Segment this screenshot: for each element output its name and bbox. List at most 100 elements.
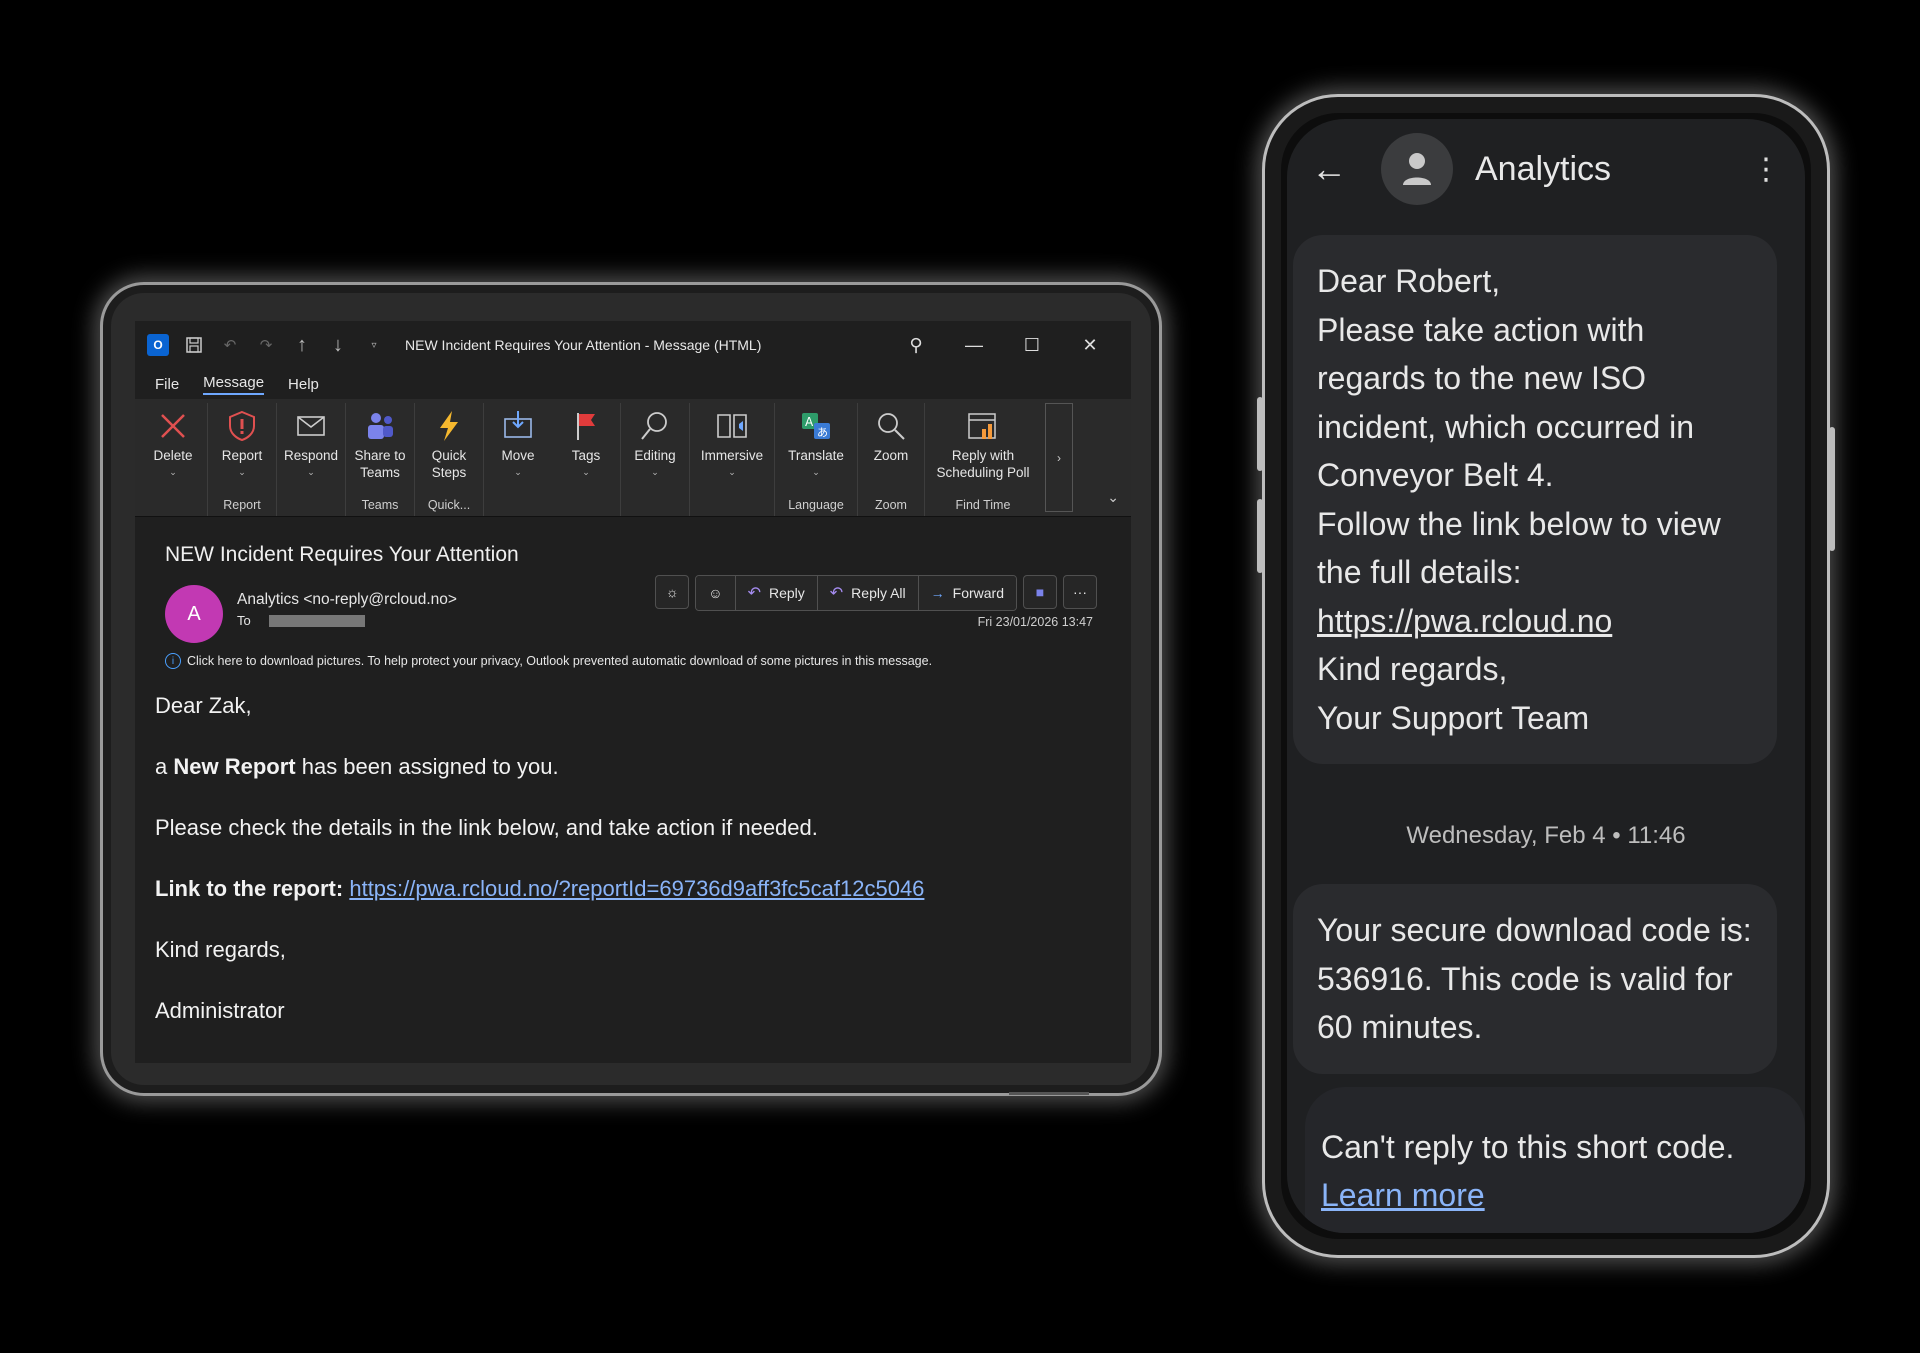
- reply-label: Reply: [768, 585, 805, 601]
- forward-button[interactable]: → Forward: [918, 576, 1016, 610]
- teams-chat-button[interactable]: ■: [1023, 575, 1057, 609]
- link-label: Link to the report:: [155, 876, 344, 901]
- group-label-find-time: Find Time: [955, 498, 1011, 512]
- scheduling-poll-icon: [968, 413, 996, 439]
- next-item-icon[interactable]: ↓: [327, 334, 349, 356]
- editing-label: Editing: [634, 448, 676, 463]
- smiley-icon: ☺: [708, 585, 723, 601]
- email-line-2: Please check the details in the link bel…: [155, 815, 818, 840]
- redacted-recipient: [268, 614, 365, 627]
- group-label-teams: Teams: [361, 498, 399, 512]
- message-bubble[interactable]: Dear Robert, Please take action with reg…: [1293, 235, 1777, 764]
- close-icon[interactable]: ✕: [1061, 335, 1119, 356]
- customize-toolbar-icon[interactable]: ▿: [363, 334, 385, 356]
- save-icon[interactable]: [183, 334, 205, 356]
- menu-message[interactable]: Message: [203, 374, 265, 395]
- short-code-text: Can't reply to this short code.: [1321, 1129, 1735, 1165]
- sender-avatar[interactable]: A: [165, 585, 223, 643]
- reply-all-icon: ↶: [829, 585, 844, 602]
- ribbon-scroll-right-icon[interactable]: ›: [1045, 403, 1073, 512]
- respond-button[interactable]: Respond ⌄: [277, 403, 345, 496]
- phone-side-button: [1257, 499, 1263, 573]
- chevron-down-icon: ⌄: [728, 467, 736, 477]
- zoom-label: Zoom: [873, 448, 909, 463]
- flag-icon: [577, 413, 595, 440]
- reply-with-scheduling-poll-button[interactable]: Reply with Scheduling Poll: [925, 403, 1041, 496]
- group-label-report: Report: [223, 498, 261, 512]
- contact-avatar[interactable]: [1381, 133, 1453, 205]
- chevron-down-icon: ⌄: [514, 467, 522, 477]
- previous-item-icon[interactable]: ↑: [291, 334, 313, 356]
- email-signoff: Kind regards,: [155, 937, 286, 962]
- delete-button[interactable]: Delete ⌄: [139, 403, 207, 496]
- more-options-icon[interactable]: ⋮: [1751, 152, 1781, 187]
- message-line: Follow the link below to view the full d…: [1317, 505, 1721, 591]
- minimize-icon[interactable]: —: [945, 335, 1003, 356]
- report-button[interactable]: Report ⌄: [208, 403, 276, 496]
- email-date: Fri 23/01/2026 13:47: [977, 615, 1093, 629]
- menu-help[interactable]: Help: [288, 376, 319, 393]
- email-header: A Analytics <no-reply@rcloud.no> To ☼ ☺ …: [161, 575, 1105, 647]
- download-pictures-infobar[interactable]: i Click here to download pictures. To he…: [165, 653, 1105, 669]
- reply-button[interactable]: ↶ Reply: [735, 576, 818, 610]
- maximize-icon[interactable]: ☐: [1003, 335, 1061, 356]
- ribbon-group-editing: Editing ⌄: [621, 403, 690, 516]
- chevron-down-icon: ⌄: [169, 467, 177, 477]
- email-subject: NEW Incident Requires Your Attention: [165, 543, 519, 566]
- menu-file[interactable]: File: [155, 376, 179, 393]
- ribbon-group-language: Aあ Translate ⌄ Language: [775, 403, 858, 516]
- email-line-1: a New Report has been assigned to you.: [155, 752, 1105, 782]
- ribbon-group-delete: Delete ⌄: [139, 403, 208, 516]
- undo-icon[interactable]: ↶: [219, 334, 241, 356]
- translate-button[interactable]: Aあ Translate ⌄: [775, 403, 857, 496]
- move-label: Move: [501, 448, 535, 463]
- ribbon-expand-icon[interactable]: ⌄: [1107, 489, 1119, 506]
- message-bubble[interactable]: Your secure download code is: 536916. Th…: [1293, 884, 1777, 1074]
- search-icon[interactable]: ⚲: [887, 335, 945, 356]
- back-arrow-icon[interactable]: ←: [1311, 148, 1371, 190]
- report-link[interactable]: https://pwa.rcloud.no/?reportId=69736d9a…: [349, 876, 924, 901]
- email-link-line: Link to the report: https://pwa.rcloud.n…: [155, 874, 1105, 904]
- ribbon-group-move: Move ⌄ Tags ⌄: [484, 403, 621, 516]
- outlook-logo-icon: O: [147, 334, 169, 356]
- chevron-down-icon: ⌄: [307, 467, 315, 477]
- person-icon: [1403, 153, 1431, 185]
- title-bar: O ↶ ↷ ↑ ↓ ▿ NEW Incident Requires Your A…: [135, 321, 1131, 369]
- tags-button[interactable]: Tags ⌄: [552, 403, 620, 496]
- short-code-notice: Can't reply to this short code. Learn mo…: [1305, 1087, 1805, 1233]
- folder-move-icon: [504, 411, 532, 438]
- tablet-device: O ↶ ↷ ↑ ↓ ▿ NEW Incident Requires Your A…: [100, 282, 1162, 1096]
- move-button[interactable]: Move ⌄: [484, 403, 552, 496]
- respond-button-group: ☺ ↶ Reply ↶ Reply All → Forward: [695, 575, 1017, 611]
- share-to-teams-label: Share to Teams: [354, 448, 406, 480]
- zoom-button[interactable]: Zoom: [858, 403, 924, 496]
- respond-label: Respond: [283, 448, 339, 463]
- ribbon-group-report: Report ⌄ Report: [208, 403, 277, 516]
- chevron-down-icon: ⌄: [582, 467, 590, 477]
- ribbon-group-quick-steps: Quick Steps Quick...: [415, 403, 484, 516]
- redo-icon[interactable]: ↷: [255, 334, 277, 356]
- zoom-icon: [878, 413, 905, 440]
- editing-button[interactable]: Editing ⌄: [621, 403, 689, 496]
- immersive-reader-icon: [717, 414, 747, 438]
- reply-all-button[interactable]: ↶ Reply All: [817, 576, 919, 610]
- line1-bold: New Report: [173, 754, 296, 779]
- sender-address[interactable]: Analytics <no-reply@rcloud.no>: [237, 591, 457, 609]
- emoji-reaction-button[interactable]: ☺: [696, 576, 736, 610]
- email-actions: ☼ ☺ ↶ Reply ↶ Reply All → Forward ■ ···: [655, 575, 1097, 611]
- quick-steps-button[interactable]: Quick Steps: [415, 403, 483, 496]
- more-actions-icon[interactable]: ···: [1063, 575, 1097, 609]
- immersive-reader-button[interactable]: Immersive ⌄: [690, 403, 774, 496]
- phone-device: ← Analytics ⋮ Dear Robert, Please take a…: [1257, 94, 1835, 1258]
- message-link[interactable]: https://pwa.rcloud.no: [1317, 603, 1612, 639]
- teams-icon: ■: [1035, 584, 1045, 600]
- message-line: Kind regards,: [1317, 651, 1508, 687]
- brightness-icon[interactable]: ☼: [655, 575, 690, 609]
- message-line: Dear Robert,: [1317, 263, 1501, 299]
- messages-app: ← Analytics ⋮ Dear Robert, Please take a…: [1287, 119, 1805, 1233]
- share-to-teams-button[interactable]: Share to Teams: [346, 403, 414, 496]
- immersive-label: Immersive: [700, 448, 764, 463]
- reply-all-label: Reply All: [851, 585, 906, 601]
- ribbon-group-respond: Respond ⌄: [277, 403, 346, 516]
- learn-more-link[interactable]: Learn more: [1321, 1177, 1485, 1213]
